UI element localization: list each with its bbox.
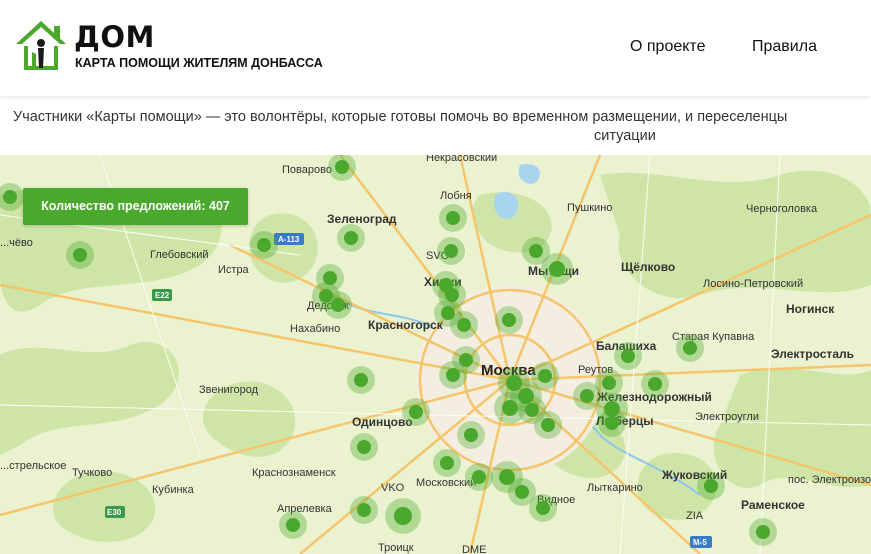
map-marker[interactable] [337, 224, 365, 252]
map-marker[interactable] [495, 306, 523, 334]
site-subtitle: КАРТА ПОМОЩИ ЖИТЕЛЯМ ДОНБАССА [75, 56, 323, 70]
map-marker[interactable] [347, 366, 375, 394]
map-marker[interactable] [433, 449, 461, 477]
map-marker[interactable] [531, 362, 559, 390]
airport-vko: VKO [381, 482, 405, 494]
airport-dme: DME [462, 544, 486, 554]
map-marker[interactable] [676, 334, 704, 362]
label-tuchkovo: Тучково [72, 467, 112, 479]
label-ramenskoye: Раменское [741, 498, 805, 512]
map-marker[interactable] [279, 511, 307, 539]
label-left-edge-top: ...чёво [0, 237, 33, 249]
nav-about-link[interactable]: О проекте [630, 38, 705, 56]
map-marker[interactable] [250, 231, 278, 259]
label-elektroizolyatsionny: пос. Электроизоляционный [788, 474, 871, 486]
label-noginsk: Ногинск [786, 302, 835, 316]
map-marker[interactable] [437, 237, 465, 265]
map-marker[interactable] [541, 253, 573, 285]
label-elektrougli: Электроугли [695, 411, 759, 423]
site-header: ДОМ КАРТА ПОМОЩИ ЖИТЕЛЯМ ДОНБАССА О прое… [0, 0, 871, 96]
label-lobnya: Лобня [440, 190, 472, 202]
map-marker[interactable] [439, 361, 467, 389]
map-marker[interactable] [697, 472, 725, 500]
airport-zia: ZIA [686, 510, 704, 522]
map-marker[interactable] [328, 155, 356, 181]
map-marker[interactable] [439, 204, 467, 232]
label-zelenograd: Зеленоград [327, 212, 397, 226]
label-elektrostal: Электросталь [771, 347, 854, 361]
house-logo-icon[interactable] [14, 18, 68, 72]
map-marker[interactable] [457, 421, 485, 449]
nav-rules-link[interactable]: Правила [752, 38, 817, 56]
map-marker[interactable] [598, 409, 626, 437]
map-marker[interactable] [450, 311, 478, 339]
label-glebovsky: Глебовский [150, 249, 209, 261]
map-marker[interactable] [402, 398, 430, 426]
label-lytkarino: Лыткарино [587, 482, 643, 494]
map-marker[interactable] [324, 291, 352, 319]
map-marker[interactable] [350, 496, 378, 524]
label-shchyolkovo: Щёлково [621, 260, 675, 274]
label-nakhabino: Нахабино [290, 323, 340, 335]
map-marker[interactable] [350, 433, 378, 461]
shield-e30: E30 [107, 508, 122, 517]
map-marker[interactable] [749, 518, 777, 546]
label-troitsk: Троицк [378, 542, 414, 554]
label-chernogolovka: Черноголовка [746, 203, 818, 215]
label-nekrasovsky: Некрасовский [426, 155, 497, 164]
map-marker[interactable] [614, 342, 642, 370]
map-marker[interactable] [641, 370, 669, 398]
label-povarovo: Поварово [282, 164, 332, 176]
label-zvenigorod: Звенигород [199, 384, 259, 396]
intro-line-2: ситуации [594, 128, 656, 144]
label-pushkino: Пушкино [567, 202, 612, 214]
map-marker[interactable] [534, 411, 562, 439]
map-marker[interactable] [595, 369, 623, 397]
map-marker[interactable] [529, 494, 557, 522]
label-istra: Истра [218, 264, 250, 276]
intro-line-1: Участники «Карты помощи» — это волонтёры… [13, 109, 788, 125]
map-marker[interactable] [385, 498, 421, 534]
label-left-edge-bottom: ...стрельское [0, 460, 66, 472]
label-aprelevka: Апрелевка [277, 503, 333, 515]
label-krasnoznamensk: Краснознаменск [252, 467, 336, 479]
map-marker[interactable] [66, 241, 94, 269]
map-marker[interactable] [465, 463, 493, 491]
shield-e22: E22 [155, 291, 170, 300]
label-kubinka: Кубинка [152, 484, 195, 496]
shield-m5: M-5 [693, 538, 707, 547]
shield-a113: A-113 [278, 235, 300, 244]
label-losino-petrovsky: Лосино-Петровский [703, 278, 803, 290]
offers-count-badge[interactable]: Количество предложений: 407 [23, 188, 248, 225]
site-title[interactable]: ДОМ [74, 20, 155, 54]
intro-text: Участники «Карты помощи» — это волонтёры… [0, 108, 871, 154]
label-krasnogorsk: Красногорск [368, 318, 444, 332]
